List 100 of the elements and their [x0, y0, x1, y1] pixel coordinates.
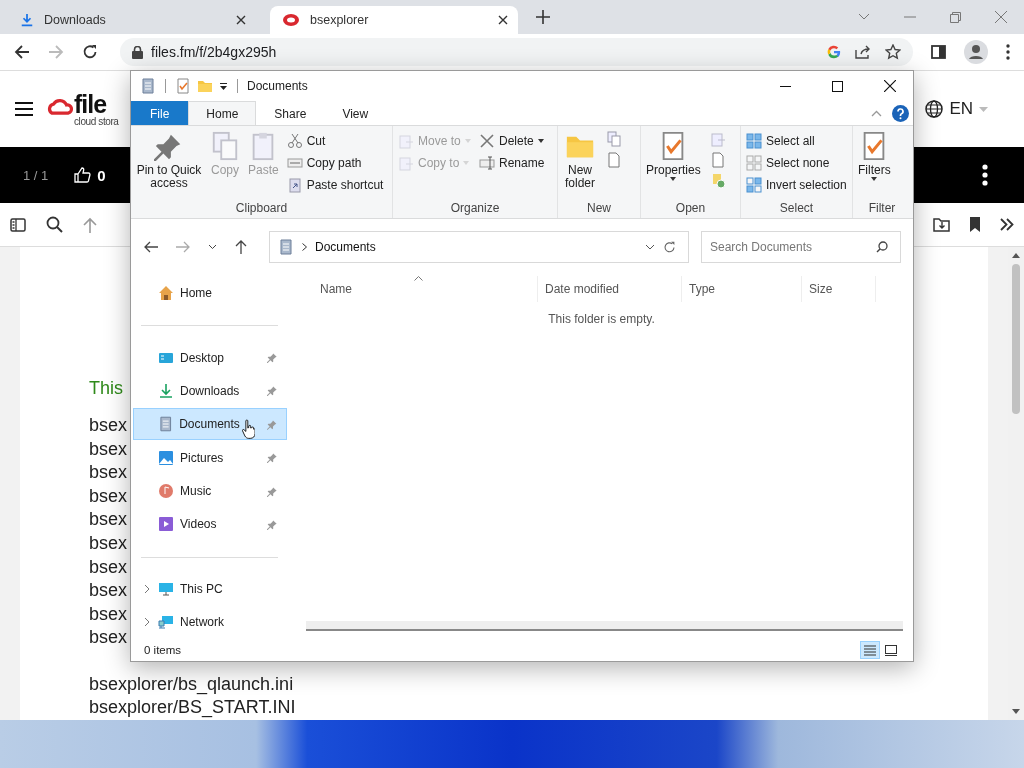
ribbon-button[interactable]: Copy path	[283, 152, 387, 173]
copy-icon	[210, 131, 240, 161]
double-chevron-icon[interactable]	[1000, 218, 1014, 231]
search-icon	[876, 241, 888, 253]
grid-icon	[746, 154, 762, 171]
collapse-ribbon-icon[interactable]	[871, 109, 882, 117]
chevron-right-icon[interactable]	[142, 584, 152, 595]
nav-item[interactable]: Pictures	[133, 442, 287, 474]
google-icon[interactable]	[827, 45, 841, 59]
address-field[interactable]: Documents	[269, 231, 689, 263]
close-tab-icon[interactable]	[498, 15, 508, 25]
up-arrow-icon[interactable]	[235, 240, 247, 254]
file-path-text: bsex	[89, 626, 128, 650]
column-header[interactable]: Size	[802, 276, 876, 302]
nav-item[interactable]: Downloads	[133, 375, 287, 407]
nav-item[interactable]: Desktop	[133, 342, 287, 374]
ribbon-button[interactable]: Rename	[476, 152, 555, 173]
breadcrumb-item[interactable]: Documents	[315, 240, 376, 254]
item-count: 0 items	[144, 644, 182, 656]
language-selector[interactable]: EN	[925, 99, 988, 119]
scrollbar-thumb[interactable]	[1012, 264, 1020, 414]
logo-tagline: cloud stora	[74, 116, 119, 127]
nav-item[interactable]: Documents	[133, 408, 287, 441]
sidebar-toggle-icon[interactable]	[10, 217, 26, 232]
column-header[interactable]: Name	[290, 276, 538, 302]
close-icon[interactable]	[884, 80, 896, 92]
videos-icon	[158, 516, 174, 533]
properties-icon[interactable]	[175, 78, 191, 94]
file-path-text: bsexplorer/bs_qlaunch.ini	[89, 672, 294, 697]
new-tab-icon[interactable]	[536, 10, 550, 24]
nav-item[interactable]: Home	[133, 277, 287, 309]
ribbon-button[interactable]: Select all	[743, 130, 850, 151]
maximize-icon[interactable]	[832, 80, 843, 92]
scroll-down-icon[interactable]	[1012, 709, 1020, 714]
page-counter: 1 / 1	[23, 167, 49, 183]
caret-down-icon	[463, 160, 470, 165]
back-icon[interactable]	[144, 241, 158, 253]
ribbon-tab[interactable]: View	[324, 101, 387, 125]
nav-item[interactable]: Videos	[133, 508, 287, 540]
nav-item[interactable]: This PC	[133, 573, 287, 605]
ribbon-large-button[interactable]: New folder	[560, 129, 600, 200]
menu-icon[interactable]	[1006, 44, 1010, 60]
profile-avatar-icon[interactable]	[964, 40, 988, 64]
logo-text: file	[74, 91, 107, 117]
ribbon-tab[interactable]: Share	[256, 101, 325, 125]
thumbs-up-icon[interactable]	[74, 167, 92, 183]
file-path-text: bsex	[89, 414, 128, 437]
caret-down-icon	[979, 106, 988, 112]
star-icon[interactable]	[885, 44, 901, 60]
folder-download-icon[interactable]	[933, 217, 950, 232]
help-icon[interactable]	[892, 104, 909, 122]
copy-icon	[398, 154, 414, 171]
nav-item[interactable]: Music	[133, 475, 287, 507]
restore-icon[interactable]	[950, 11, 961, 23]
ribbon-large-button[interactable]: Pin to Quick access	[133, 129, 205, 200]
ribbon-tab[interactable]: File	[131, 101, 189, 125]
ribbon-button[interactable]: Cut	[283, 130, 387, 151]
ribbon-button[interactable]: Delete	[476, 130, 555, 151]
home-icon	[158, 284, 174, 301]
file-path-text: bsex	[89, 508, 128, 532]
ribbon-large-button[interactable]: Properties	[643, 129, 704, 200]
column-header[interactable]: Type	[682, 276, 802, 302]
horizontal-scrollbar[interactable]	[306, 621, 903, 631]
ribbon-button[interactable]: Invert selection	[743, 174, 850, 195]
search-icon[interactable]	[46, 216, 63, 233]
menu-icon[interactable]	[15, 101, 33, 117]
group-label: New	[586, 200, 612, 216]
caret-down-icon	[537, 138, 544, 143]
scroll-up-icon[interactable]	[1012, 253, 1020, 258]
column-header[interactable]: Date modified	[538, 276, 682, 302]
chevron-right-icon[interactable]	[142, 617, 152, 628]
lock-icon	[132, 45, 143, 59]
chevron-right-icon	[302, 243, 307, 251]
refresh-icon[interactable]	[663, 240, 676, 254]
side-panel-icon[interactable]	[931, 45, 946, 59]
ribbon-button[interactable]: Paste shortcut	[283, 174, 387, 195]
rename-icon	[479, 154, 495, 171]
ribbon-tab[interactable]: Home	[188, 101, 257, 125]
caret-down-icon[interactable]	[219, 81, 228, 91]
bookmark-icon[interactable]	[970, 217, 980, 232]
reload-icon[interactable]	[82, 44, 98, 60]
nav-item[interactable]: Network	[133, 606, 287, 638]
empty-folder-message: This folder is empty.	[548, 312, 655, 326]
ribbon-large-button[interactable]: Filters	[855, 129, 894, 200]
page-icon[interactable]	[606, 152, 622, 168]
download-icon	[20, 13, 34, 27]
minimize-icon[interactable]	[780, 85, 791, 87]
browser-tab[interactable]: Downloads	[8, 6, 256, 34]
file-path-text: bsex	[89, 579, 128, 603]
share-icon[interactable]	[855, 45, 871, 59]
globe-icon	[925, 100, 944, 118]
more-icon[interactable]	[982, 164, 988, 186]
browser-tab[interactable]: bsexplorer	[270, 6, 518, 34]
back-icon[interactable]	[14, 44, 30, 60]
address-bar[interactable]: files.fm/f/2b4gx295h	[120, 38, 913, 66]
chevron-down-icon[interactable]	[645, 244, 655, 250]
chevron-down-icon[interactable]	[208, 244, 217, 250]
search-field[interactable]: Search Documents	[701, 231, 901, 263]
close-tab-icon[interactable]	[236, 15, 246, 25]
ribbon-button[interactable]: Select none	[743, 152, 850, 173]
